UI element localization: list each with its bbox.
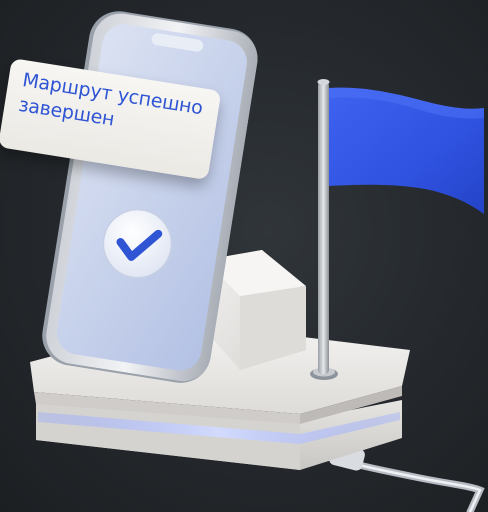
flag-icon xyxy=(310,79,484,380)
illustration-scene: Маршрут успешно завершен xyxy=(0,0,488,512)
